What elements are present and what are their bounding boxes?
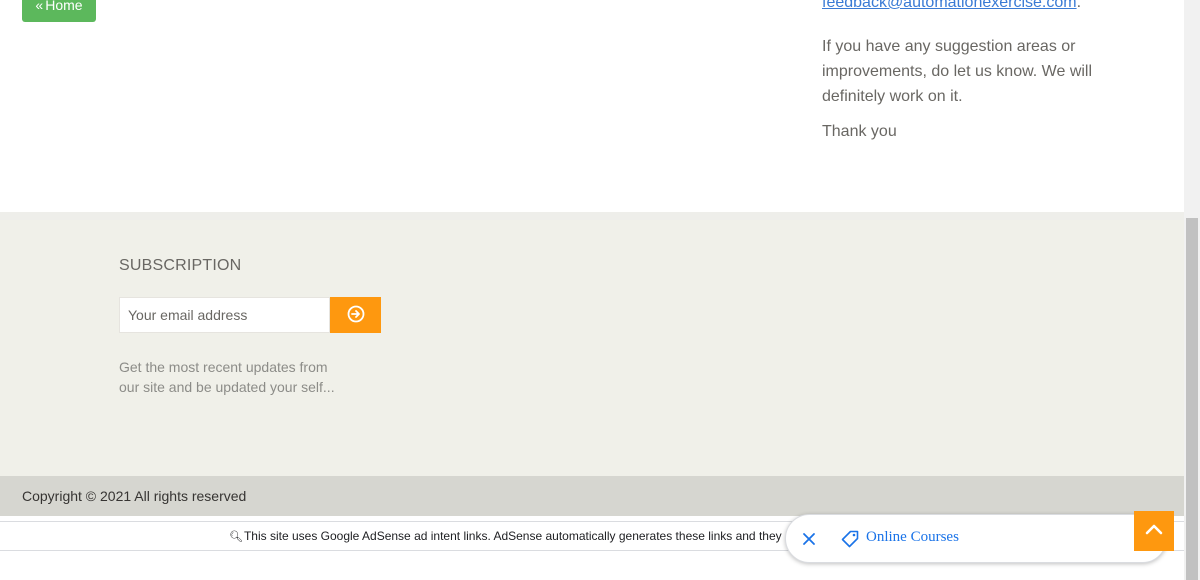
page-scrollbar[interactable] [1184, 0, 1200, 580]
double-chevron-left-icon: « [35, 0, 44, 13]
subscribe-button[interactable] [330, 297, 381, 333]
ad-intent-chip: Online Courses [785, 514, 1167, 563]
email-suffix: . [1076, 0, 1082, 11]
home-button[interactable]: «Home [22, 0, 96, 22]
footer-widget: SUBSCRIPTION Get the most recent updates… [0, 212, 1184, 476]
footer-divider [0, 212, 1184, 220]
close-icon[interactable] [800, 530, 818, 548]
thanks-text: Thank you [822, 123, 897, 140]
magnifier-icon: 🔍︎ [229, 531, 243, 543]
scroll-up-button[interactable] [1134, 511, 1174, 551]
subscription-title: SUBSCRIPTION [119, 257, 242, 274]
scrollbar-thumb[interactable] [1186, 218, 1198, 580]
subscription-description: Get the most recent updates from our sit… [119, 359, 335, 395]
chevron-up-icon [1143, 518, 1165, 545]
suggestion-text: If you have any suggestion areas or impr… [822, 38, 1093, 105]
page: «Home feedback@automationexercise.com. I… [0, 0, 1184, 580]
online-courses-link[interactable]: Online Courses [866, 529, 959, 546]
adsense-notice-text: This site uses Google AdSense ad intent … [243, 529, 782, 543]
copyright-text: Copyright © 2021 All rights reserved [22, 488, 247, 504]
feedback-email-line: feedback@automationexercise.com. [822, 0, 1122, 15]
feedback-email-link[interactable]: feedback@automationexercise.com [822, 0, 1077, 11]
subscription-form [119, 297, 381, 333]
arrow-circle-right-icon [347, 305, 365, 326]
home-button-label: Home [45, 0, 83, 13]
subscribe-email-input[interactable] [119, 297, 330, 333]
tag-icon [840, 529, 860, 549]
adsense-notice: 🔍︎This site uses Google AdSense ad inten… [229, 529, 782, 543]
footer-bottom: Copyright © 2021 All rights reserved [0, 476, 1184, 516]
